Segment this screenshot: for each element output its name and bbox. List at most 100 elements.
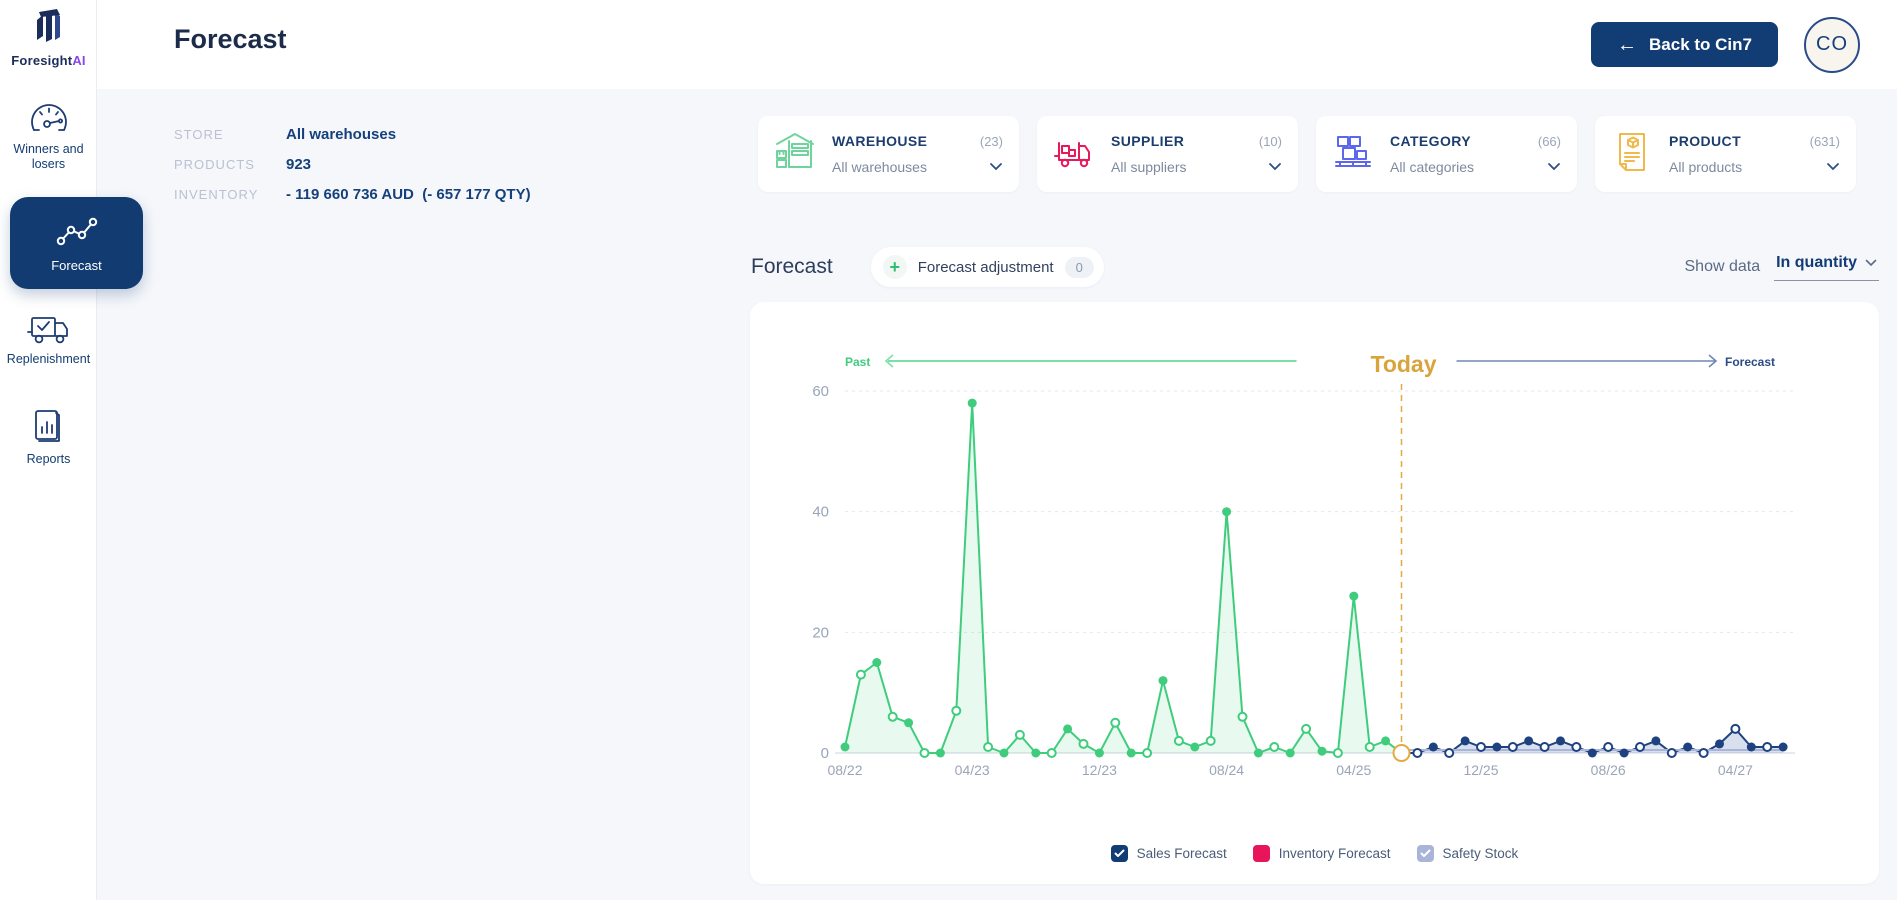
supplier-filter[interactable]: SUPPLIER (10) All suppliers [1037, 116, 1298, 192]
filter-selected-value: All suppliers [1111, 159, 1186, 175]
category-filter[interactable]: CATEGORY (66) All categories [1316, 116, 1577, 192]
plus-icon: + [883, 255, 907, 279]
show-data-dropdown[interactable]: In quantity [1774, 254, 1879, 281]
filter-count: (66) [1538, 134, 1561, 149]
svg-text:12/23: 12/23 [1082, 762, 1117, 778]
foresight-logo-icon [27, 35, 71, 52]
filter-title: CATEGORY [1390, 133, 1471, 149]
show-data-value: In quantity [1776, 254, 1857, 272]
filter-count: (631) [1810, 134, 1840, 149]
forecast-chart[interactable]: 0 20 40 60 08/22 04/23 12/23 08/24 04/25 12/25 08/… [750, 302, 1879, 884]
svg-text:04/23: 04/23 [955, 762, 990, 778]
checkbox-checked-icon [1417, 845, 1434, 862]
pallet-boxes-icon [1330, 129, 1376, 180]
report-doc-icon [0, 408, 97, 448]
chevron-down-icon[interactable] [1826, 158, 1840, 176]
product-doc-icon [1609, 129, 1655, 180]
chart-section-title: Forecast [751, 255, 833, 279]
sidebar-item-forecast[interactable]: Forecast [10, 197, 143, 289]
filter-title: PRODUCT [1669, 133, 1741, 149]
chevron-down-icon[interactable] [1547, 158, 1561, 176]
back-arrow-icon: ← [1617, 35, 1637, 55]
filter-count: (10) [1259, 134, 1282, 149]
topbar: Forecast ← Back to Cin7 CO [97, 0, 1897, 89]
chevron-down-icon[interactable] [1268, 158, 1282, 176]
sidebar-item-reports[interactable]: Reports [0, 408, 97, 467]
svg-text:08/22: 08/22 [827, 762, 862, 778]
chevron-down-icon[interactable] [989, 158, 1003, 176]
legend-label: Safety Stock [1443, 846, 1519, 861]
summary-row-inventory: INVENTORY - 119 660 736 AUD (- 657 177 Q… [174, 179, 531, 209]
summary-value: - 119 660 736 AUD (- 657 177 QTY) [286, 186, 531, 203]
filter-selected-value: All products [1669, 159, 1742, 175]
summary-value: 923 [286, 156, 311, 173]
chevron-down-icon [1865, 259, 1877, 267]
svg-text:08/26: 08/26 [1591, 762, 1626, 778]
forecast-adjustment-button[interactable]: + Forecast adjustment 0 [871, 247, 1104, 287]
forecast-adjustment-count: 0 [1065, 257, 1094, 278]
svg-text:Past: Past [845, 355, 870, 369]
sidebar-item-label: Forecast [51, 258, 102, 273]
summary-label: PRODUCTS [174, 157, 286, 172]
legend-label: Sales Forecast [1137, 846, 1227, 861]
warehouse-icon [772, 129, 818, 180]
svg-text:20: 20 [812, 624, 829, 641]
back-button-label: Back to Cin7 [1649, 35, 1752, 55]
summary-label: INVENTORY [174, 187, 286, 202]
store-summary: STORE All warehouses PRODUCTS 923 INVENT… [174, 119, 531, 209]
filter-bar: WAREHOUSE (23) All warehouses [758, 116, 1856, 192]
checkbox-solid-icon [1253, 845, 1270, 862]
sidebar-item-label: Winners and losers [13, 142, 83, 171]
product-filter[interactable]: PRODUCT (631) All products [1595, 116, 1856, 192]
summary-label: STORE [174, 127, 286, 142]
app-logo-text: ForesightAI [0, 53, 97, 68]
filter-body: PRODUCT (631) All products [1669, 133, 1840, 176]
chart-legend: Sales Forecast Inventory Forecast Safety… [750, 845, 1879, 862]
chart-header: Forecast + Forecast adjustment 0 Show da… [751, 245, 1879, 289]
topbar-actions: ← Back to Cin7 CO [1591, 0, 1860, 89]
gauge-icon [0, 100, 97, 138]
legend-sales-forecast[interactable]: Sales Forecast [1111, 845, 1227, 862]
show-data-label: Show data [1685, 258, 1761, 276]
main-content: STORE All warehouses PRODUCTS 923 INVENT… [97, 89, 1897, 900]
sidebar: ForesightAI Winners and losers [0, 0, 97, 900]
supplier-truck-icon [1051, 129, 1097, 180]
summary-value: All warehouses [286, 126, 396, 143]
filter-body: CATEGORY (66) All categories [1390, 133, 1561, 176]
summary-row-products: PRODUCTS 923 [174, 149, 531, 179]
filter-count: (23) [980, 134, 1003, 149]
filter-title: WAREHOUSE [832, 133, 927, 149]
back-to-cin7-button[interactable]: ← Back to Cin7 [1591, 22, 1778, 67]
svg-text:60: 60 [812, 383, 829, 400]
sidebar-item-label: Reports [27, 452, 71, 466]
svg-text:04/27: 04/27 [1718, 762, 1753, 778]
filter-body: WAREHOUSE (23) All warehouses [832, 133, 1003, 176]
filter-body: SUPPLIER (10) All suppliers [1111, 133, 1282, 176]
line-chart-icon [51, 214, 103, 251]
sidebar-item-replenishment[interactable]: Replenishment [0, 310, 97, 367]
page-title: Forecast [174, 24, 287, 55]
svg-text:0: 0 [821, 745, 829, 762]
warehouse-filter[interactable]: WAREHOUSE (23) All warehouses [758, 116, 1019, 192]
svg-text:40: 40 [812, 504, 829, 521]
svg-text:Forecast: Forecast [1725, 355, 1775, 369]
legend-inventory-forecast[interactable]: Inventory Forecast [1253, 845, 1391, 862]
app-logo[interactable]: ForesightAI [0, 6, 97, 68]
svg-text:12/25: 12/25 [1463, 762, 1498, 778]
truck-check-icon [0, 310, 97, 348]
filter-selected-value: All categories [1390, 159, 1474, 175]
sidebar-item-winners-and-losers[interactable]: Winners and losers [0, 100, 97, 172]
svg-text:04/25: 04/25 [1336, 762, 1371, 778]
svg-text:Today: Today [1370, 351, 1436, 377]
filter-selected-value: All warehouses [832, 159, 927, 175]
legend-label: Inventory Forecast [1279, 846, 1391, 861]
checkbox-checked-icon [1111, 845, 1128, 862]
sidebar-item-label: Replenishment [7, 352, 90, 366]
svg-text:08/24: 08/24 [1209, 762, 1244, 778]
filter-title: SUPPLIER [1111, 133, 1184, 149]
forecast-chart-card: 0 20 40 60 08/22 04/23 12/23 08/24 04/25 12/25 08/… [750, 302, 1879, 884]
show-data-control: Show data In quantity [1685, 254, 1880, 281]
legend-safety-stock[interactable]: Safety Stock [1417, 845, 1519, 862]
avatar[interactable]: CO [1804, 17, 1860, 73]
summary-row-store: STORE All warehouses [174, 119, 531, 149]
